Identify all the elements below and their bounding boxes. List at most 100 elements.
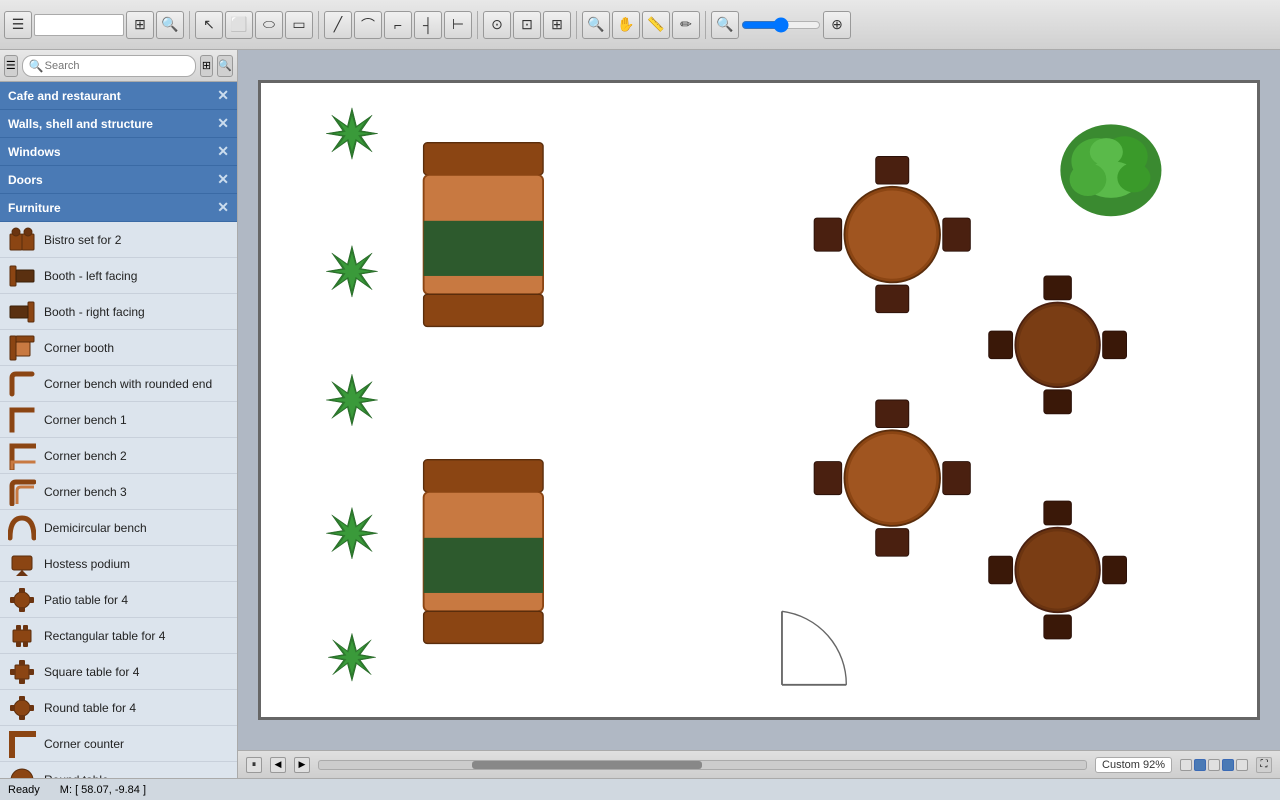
shape-round-table[interactable]: Round table	[0, 762, 237, 778]
category-cafe-label: Cafe and restaurant	[8, 89, 121, 103]
wall-tool[interactable]: ┤	[414, 11, 442, 39]
shape-rect-table-4[interactable]: Rectangular table for 4	[0, 618, 237, 654]
round-table-set-3[interactable]	[814, 400, 970, 556]
search-toggle-btn[interactable]: 🔍	[217, 55, 233, 77]
zoom-slider[interactable]	[741, 17, 821, 33]
coordinates-display: M: [ 58.07, -9.84 ]	[60, 784, 146, 796]
category-walls-close[interactable]: ✕	[217, 115, 229, 132]
booth-right-icon	[8, 298, 36, 326]
corner-booth-label: Corner booth	[44, 341, 114, 355]
zoom-dot-1[interactable]	[1180, 759, 1192, 771]
plant-5[interactable]	[328, 633, 376, 681]
shape-booth-right[interactable]: Booth - right facing	[0, 294, 237, 330]
canvas-scroll[interactable]	[238, 50, 1280, 750]
pan-btn[interactable]: ✋	[612, 11, 640, 39]
arc-tool[interactable]: ⌒	[354, 11, 382, 39]
shape-corner-bench-rounded[interactable]: Corner bench with rounded end	[0, 366, 237, 402]
category-cafe[interactable]: Cafe and restaurant ✕	[0, 82, 237, 110]
shape-booth-left[interactable]: Booth - left facing	[0, 258, 237, 294]
plant-1[interactable]	[326, 108, 377, 159]
panel-toggle[interactable]: ☰	[4, 11, 32, 39]
expand-btn[interactable]: ⛶	[1256, 757, 1272, 773]
shape-tool2[interactable]: ⊡	[513, 11, 541, 39]
rect-tool[interactable]: ▭	[285, 11, 313, 39]
zoom-dot-4[interactable]	[1222, 759, 1234, 771]
corner-bench-2-icon	[8, 442, 36, 470]
shape-corner-bench-1[interactable]: Corner bench 1	[0, 402, 237, 438]
measure-btn[interactable]: 📏	[642, 11, 670, 39]
zoom-dot-5[interactable]	[1236, 759, 1248, 771]
wall2-tool[interactable]: ⊢	[444, 11, 472, 39]
round-table-set-1[interactable]	[814, 157, 970, 313]
plant-2[interactable]	[326, 246, 377, 297]
zoom-out-btn[interactable]: 🔍	[711, 11, 739, 39]
round-table-set-2[interactable]	[989, 276, 1127, 414]
ellipse-select-tool[interactable]: ⬭	[255, 11, 283, 39]
booth-left-label: Booth - left facing	[44, 269, 137, 283]
shape-bistro-set-for-2[interactable]: Bistro set for 2	[0, 222, 237, 258]
plant-succulent[interactable]	[1060, 124, 1161, 216]
list-view-btn[interactable]: ☰	[4, 55, 18, 77]
category-windows-close[interactable]: ✕	[217, 143, 229, 160]
search-icon: 🔍	[29, 59, 44, 73]
zoom-fit-btn[interactable]: ⊕	[823, 11, 851, 39]
shape-tool3[interactable]: ⊞	[543, 11, 571, 39]
category-windows[interactable]: Windows ✕	[0, 138, 237, 166]
patio-table-4-icon	[8, 586, 36, 614]
booth-bottom[interactable]	[424, 460, 543, 644]
zoom-in-btn[interactable]: 🔍	[582, 11, 610, 39]
search-wrap: 🔍	[22, 55, 196, 77]
square-table-4-label: Square table for 4	[44, 665, 139, 679]
category-furniture[interactable]: Furniture ✕	[0, 194, 237, 222]
round-table-set-4[interactable]	[989, 501, 1127, 639]
canvas-area[interactable]: ⏸ ◀ ▶ Custom 92% ⛶	[238, 50, 1280, 778]
select-tool[interactable]: ↖	[195, 11, 223, 39]
zoom-label[interactable]: Custom 92%	[1095, 757, 1172, 773]
category-doors-close[interactable]: ✕	[217, 171, 229, 188]
demicircular-bench-icon	[8, 514, 36, 542]
plant-4[interactable]	[326, 508, 377, 559]
canvas-paper[interactable]	[258, 80, 1260, 720]
round-table-4-label: Round table for 4	[44, 701, 136, 715]
search-btn[interactable]: 🔍	[156, 11, 184, 39]
scroll-left-btn[interactable]: ◀	[270, 757, 286, 773]
shape-square-table-4[interactable]: Square table for 4	[0, 654, 237, 690]
scroll-right-btn[interactable]: ▶	[294, 757, 310, 773]
door-arc[interactable]	[782, 611, 846, 685]
category-doors[interactable]: Doors ✕	[0, 166, 237, 194]
category-cafe-close[interactable]: ✕	[217, 87, 229, 104]
shape-tool1[interactable]: ⊙	[483, 11, 511, 39]
main-toolbar: ☰ ⊞ 🔍 ↖ ⬜ ⬭ ▭ ╱ ⌒ ⌐ ┤ ⊢ ⊙ ⊡ ⊞ 🔍 ✋ 📏 ✏ 🔍 …	[0, 0, 1280, 50]
shape-hostess-podium[interactable]: Hostess podium	[0, 546, 237, 582]
grid-view-btn[interactable]: ⊞	[126, 11, 154, 39]
shape-corner-bench-3[interactable]: Corner bench 3	[0, 474, 237, 510]
shape-demicircular-bench[interactable]: Demicircular bench	[0, 510, 237, 546]
shape-patio-table-4[interactable]: Patio table for 4	[0, 582, 237, 618]
corner-bench-3-icon	[8, 478, 36, 506]
zoom-dot-2[interactable]	[1194, 759, 1206, 771]
category-walls[interactable]: Walls, shell and structure ✕	[0, 110, 237, 138]
category-furniture-close[interactable]: ✕	[217, 199, 229, 216]
grid-toggle-btn[interactable]: ⊞	[200, 55, 214, 77]
corner-bench-rounded-label: Corner bench with rounded end	[44, 377, 212, 391]
shape-round-table-4[interactable]: Round table for 4	[0, 690, 237, 726]
zoom-dot-3[interactable]	[1208, 759, 1220, 771]
shape-corner-bench-2[interactable]: Corner bench 2	[0, 438, 237, 474]
scrollbar-thumb[interactable]	[472, 761, 702, 769]
pencil-btn[interactable]: ✏	[672, 11, 700, 39]
pause-btn[interactable]: ⏸	[246, 757, 262, 773]
polyline-tool[interactable]: ⌐	[384, 11, 412, 39]
corner-bench-2-label: Corner bench 2	[44, 449, 127, 463]
horizontal-scrollbar[interactable]	[318, 760, 1087, 770]
shape-corner-booth[interactable]: Corner booth	[0, 330, 237, 366]
shape-corner-counter[interactable]: Corner counter	[0, 726, 237, 762]
line-tool[interactable]: ╱	[324, 11, 352, 39]
main-area: ☰ 🔍 ⊞ 🔍 Cafe and restaurant ✕ Walls, she…	[0, 50, 1280, 778]
round-table-icon	[8, 766, 36, 779]
booth-top[interactable]	[424, 143, 543, 327]
category-windows-label: Windows	[8, 145, 61, 159]
rect-select-tool[interactable]: ⬜	[225, 11, 253, 39]
plant-3[interactable]	[326, 374, 377, 425]
search-input[interactable]	[22, 55, 196, 77]
left-panel: ☰ 🔍 ⊞ 🔍 Cafe and restaurant ✕ Walls, she…	[0, 50, 238, 778]
